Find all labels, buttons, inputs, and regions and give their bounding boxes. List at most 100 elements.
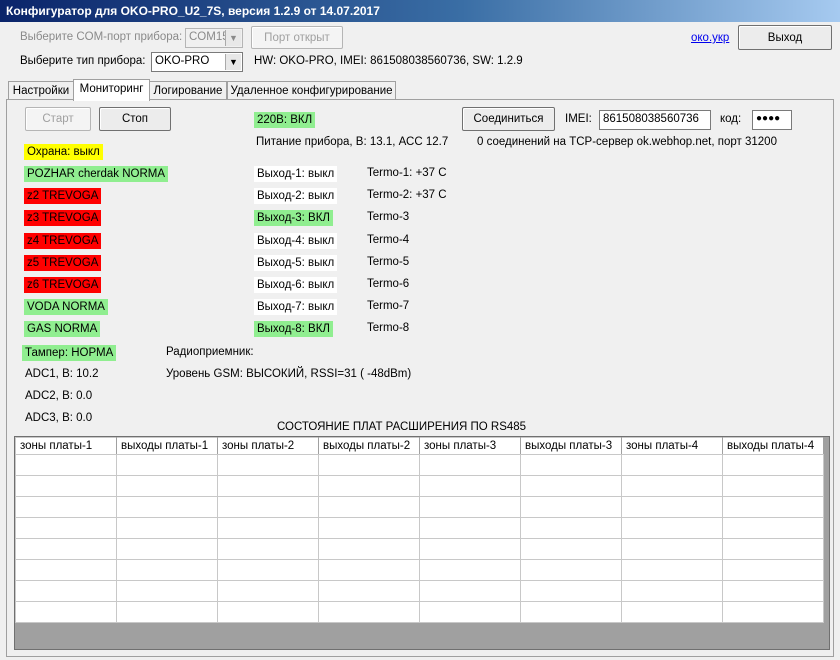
grid-column-header[interactable]: выходы платы-2 <box>318 437 420 455</box>
grid-cell[interactable] <box>419 496 521 518</box>
grid-cell[interactable] <box>116 454 218 476</box>
grid-column-header[interactable]: зоны платы-4 <box>621 437 723 455</box>
grid-cell[interactable] <box>15 538 117 560</box>
grid-cell[interactable] <box>722 475 824 497</box>
tab-monitoring[interactable]: Мониторинг <box>73 79 150 101</box>
grid-cell[interactable] <box>318 517 420 539</box>
grid-cell[interactable] <box>722 559 824 581</box>
thermo-7: Termo-7 <box>367 300 410 313</box>
grid-cell[interactable] <box>318 601 420 623</box>
grid-cell[interactable] <box>419 454 521 476</box>
tab-logging[interactable]: Логирование <box>149 81 227 100</box>
table-row[interactable] <box>15 601 824 623</box>
grid-cell[interactable] <box>116 538 218 560</box>
tab-settings[interactable]: Настройки <box>8 81 74 100</box>
thermo-3: Termo-3 <box>367 211 410 224</box>
grid-column-header[interactable]: выходы платы-4 <box>722 437 824 455</box>
grid-cell[interactable] <box>116 496 218 518</box>
table-row[interactable] <box>15 475 824 497</box>
grid-cell[interactable] <box>15 454 117 476</box>
start-button[interactable]: Старт <box>25 107 91 131</box>
device-type-select[interactable]: OKO-PRO ▼ <box>151 52 243 72</box>
table-row[interactable] <box>15 559 824 581</box>
grid-cell[interactable] <box>116 517 218 539</box>
table-row[interactable] <box>15 454 824 476</box>
com-port-select[interactable]: COM15 ▼ <box>185 28 243 48</box>
imei-input[interactable]: 861508038560736 <box>599 110 711 130</box>
grid-cell[interactable] <box>318 580 420 602</box>
rs485-grid[interactable]: зоны платы-1 выходы платы-1 зоны платы-2 вы… <box>14 436 830 650</box>
grid-column-header[interactable]: выходы платы-3 <box>520 437 622 455</box>
grid-cell[interactable] <box>419 559 521 581</box>
grid-cell[interactable] <box>15 475 117 497</box>
grid-cell[interactable] <box>419 580 521 602</box>
grid-cell[interactable] <box>217 517 319 539</box>
code-password-input[interactable]: ●●●● <box>752 110 792 130</box>
grid-cell[interactable] <box>318 496 420 518</box>
grid-cell[interactable] <box>520 454 622 476</box>
grid-cell[interactable] <box>520 538 622 560</box>
grid-cell[interactable] <box>520 601 622 623</box>
grid-cell[interactable] <box>15 580 117 602</box>
grid-cell[interactable] <box>217 559 319 581</box>
output-status-2: Выход-2: выкл <box>254 188 338 205</box>
grid-cell[interactable] <box>217 601 319 623</box>
grid-cell[interactable] <box>116 475 218 497</box>
table-row[interactable] <box>15 580 824 602</box>
grid-cell[interactable] <box>520 496 622 518</box>
exit-button[interactable]: Выход <box>738 25 832 50</box>
grid-cell[interactable] <box>722 517 824 539</box>
grid-column-header[interactable]: зоны платы-3 <box>419 437 521 455</box>
grid-cell[interactable] <box>621 517 723 539</box>
grid-cell[interactable] <box>520 559 622 581</box>
grid-cell[interactable] <box>621 580 723 602</box>
table-row[interactable] <box>15 496 824 518</box>
table-row[interactable] <box>15 538 824 560</box>
grid-cell[interactable] <box>621 475 723 497</box>
grid-cell[interactable] <box>217 580 319 602</box>
grid-cell[interactable] <box>217 538 319 560</box>
grid-cell[interactable] <box>520 580 622 602</box>
grid-cell[interactable] <box>116 580 218 602</box>
grid-cell[interactable] <box>722 454 824 476</box>
grid-cell[interactable] <box>318 454 420 476</box>
grid-column-header[interactable]: зоны платы-2 <box>217 437 319 455</box>
connect-button[interactable]: Соединиться <box>462 107 555 131</box>
port-open-button[interactable]: Порт открыт <box>251 26 343 49</box>
grid-cell[interactable] <box>722 538 824 560</box>
grid-cell[interactable] <box>116 559 218 581</box>
grid-cell[interactable] <box>419 517 521 539</box>
grid-cell[interactable] <box>15 559 117 581</box>
grid-cell[interactable] <box>419 601 521 623</box>
grid-cell[interactable] <box>621 454 723 476</box>
table-row[interactable] <box>15 517 824 539</box>
grid-cell[interactable] <box>722 601 824 623</box>
grid-cell[interactable] <box>520 475 622 497</box>
grid-column-header[interactable]: выходы платы-1 <box>116 437 218 455</box>
thermo-5: Termo-5 <box>367 255 410 268</box>
grid-cell[interactable] <box>217 454 319 476</box>
grid-cell[interactable] <box>116 601 218 623</box>
grid-cell[interactable] <box>15 601 117 623</box>
oko-link[interactable]: око.укр <box>691 32 729 44</box>
grid-cell[interactable] <box>217 475 319 497</box>
grid-cell[interactable] <box>15 517 117 539</box>
grid-cell[interactable] <box>621 538 723 560</box>
grid-cell[interactable] <box>621 496 723 518</box>
grid-cell[interactable] <box>15 496 117 518</box>
grid-cell[interactable] <box>621 601 723 623</box>
grid-cell[interactable] <box>318 475 420 497</box>
grid-cell[interactable] <box>722 496 824 518</box>
adc2-value: ADC2, В: 0.0 <box>25 390 93 402</box>
grid-cell[interactable] <box>419 538 521 560</box>
grid-cell[interactable] <box>318 538 420 560</box>
stop-button[interactable]: Стоп <box>99 107 171 131</box>
grid-column-header[interactable]: зоны платы-1 <box>15 437 117 455</box>
grid-cell[interactable] <box>722 580 824 602</box>
grid-cell[interactable] <box>621 559 723 581</box>
grid-cell[interactable] <box>217 496 319 518</box>
grid-cell[interactable] <box>419 475 521 497</box>
tab-remote-config[interactable]: Удаленное конфигурирование <box>227 81 396 100</box>
grid-cell[interactable] <box>318 559 420 581</box>
grid-cell[interactable] <box>520 517 622 539</box>
